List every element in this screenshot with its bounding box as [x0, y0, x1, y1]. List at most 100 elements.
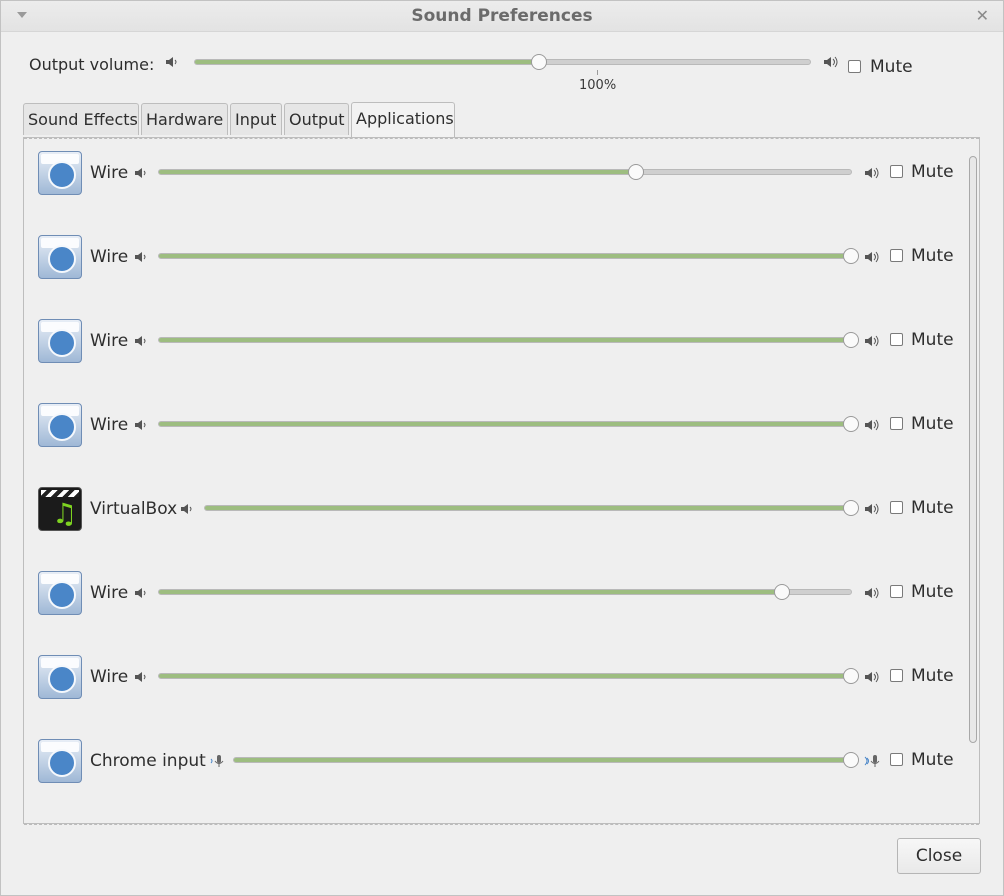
app-mute-checkbox[interactable]	[890, 333, 903, 346]
scrollbar[interactable]	[969, 156, 977, 811]
app-volume-knob[interactable]	[628, 164, 645, 180]
app-mute-label[interactable]: Mute	[911, 414, 954, 434]
speaker-high-icon	[865, 167, 879, 179]
app-mute-checkbox[interactable]	[890, 249, 903, 262]
microphone-high-icon	[864, 755, 880, 767]
app-volume-knob[interactable]	[843, 416, 859, 432]
app-name: Wire	[90, 331, 129, 351]
app-row: ♫ VirtualBox Mute	[24, 475, 964, 559]
chrome-app-icon	[38, 151, 82, 195]
app-volume-slider[interactable]	[158, 164, 852, 180]
title-bar[interactable]: Sound Preferences ✕	[1, 1, 1003, 32]
app-row: Wire Mute	[24, 391, 964, 475]
speaker-high-icon	[865, 503, 879, 515]
tab-sound-effects[interactable]: Sound Effects	[23, 103, 139, 135]
output-volume-knob[interactable]	[531, 54, 548, 70]
app-name: Wire	[90, 415, 129, 435]
tab-applications[interactable]: Applications	[351, 102, 455, 137]
app-name: Wire	[90, 667, 129, 687]
output-volume-label: Output volume:	[29, 55, 155, 74]
speaker-low-icon	[135, 672, 146, 682]
app-volume-fill	[205, 506, 851, 510]
app-mute-checkbox[interactable]	[890, 501, 903, 514]
app-mute-checkbox[interactable]	[890, 585, 903, 598]
media-player-icon: ♫	[38, 487, 82, 531]
app-volume-knob[interactable]	[843, 668, 859, 684]
close-window-icon[interactable]: ✕	[976, 6, 989, 25]
app-volume-fill	[159, 674, 851, 678]
chrome-app-icon	[38, 655, 82, 699]
scrollbar-thumb[interactable]	[969, 156, 977, 743]
microphone-low-icon	[210, 755, 224, 767]
output-volume-fill	[195, 60, 540, 64]
app-mute-label[interactable]: Mute	[911, 666, 954, 686]
speaker-high-icon	[865, 671, 879, 683]
app-row: Chrome input Mute	[24, 727, 964, 811]
app-volume-knob[interactable]	[773, 584, 790, 600]
app-mute-label[interactable]: Mute	[911, 582, 954, 602]
app-row: Wire Mute	[24, 139, 964, 223]
output-volume-slider[interactable]	[194, 54, 811, 70]
app-name: Chrome input	[90, 751, 206, 771]
app-volume-knob[interactable]	[843, 500, 859, 516]
chrome-app-icon	[38, 319, 82, 363]
app-volume-fill	[159, 422, 851, 426]
app-mute-label[interactable]: Mute	[911, 162, 954, 182]
app-name: Wire	[90, 247, 129, 267]
app-row: Wire Mute	[24, 559, 964, 643]
tab-output[interactable]: Output	[284, 103, 349, 135]
speaker-low-icon	[166, 57, 177, 67]
window-title: Sound Preferences	[411, 6, 593, 26]
output-mute-checkbox[interactable]	[848, 60, 861, 73]
app-volume-slider[interactable]	[158, 668, 859, 684]
app-volume-knob[interactable]	[843, 332, 859, 348]
chrome-app-icon	[38, 571, 82, 615]
applications-panel: Wire Mute Wire Mute Wire Mute Wire Mute ♫ Virtual…	[23, 137, 980, 825]
speaker-high-icon	[865, 335, 879, 347]
app-mute-checkbox[interactable]	[890, 417, 903, 430]
app-volume-fill	[159, 170, 637, 174]
app-mute-label[interactable]: Mute	[911, 330, 954, 350]
tab-hardware[interactable]: Hardware	[141, 103, 228, 135]
app-row: Wire Mute	[24, 307, 964, 391]
app-volume-fill	[159, 338, 851, 342]
app-name: Wire	[90, 583, 129, 603]
speaker-high-icon	[865, 587, 879, 599]
sound-preferences-window: Sound Preferences ✕ Output volume: 100% …	[0, 0, 1004, 896]
app-volume-knob[interactable]	[843, 248, 859, 264]
app-volume-slider[interactable]	[158, 248, 859, 264]
speaker-high-icon	[865, 419, 879, 431]
app-mute-checkbox[interactable]	[890, 753, 903, 766]
app-name: Wire	[90, 163, 129, 183]
tab-input[interactable]: Input	[230, 103, 282, 135]
app-volume-slider[interactable]	[233, 752, 859, 768]
app-volume-slider[interactable]	[158, 584, 852, 600]
chrome-app-icon	[38, 235, 82, 279]
speaker-low-icon	[135, 168, 146, 178]
app-row: Wire Mute	[24, 223, 964, 307]
app-volume-slider[interactable]	[158, 332, 859, 348]
speaker-low-icon	[181, 504, 192, 514]
app-mute-checkbox[interactable]	[890, 669, 903, 682]
app-volume-slider[interactable]	[158, 416, 859, 432]
app-volume-fill	[159, 254, 851, 258]
app-volume-knob[interactable]	[843, 752, 859, 768]
speaker-low-icon	[135, 336, 146, 346]
app-volume-slider[interactable]	[204, 500, 859, 516]
speaker-high-icon	[824, 56, 838, 68]
speaker-low-icon	[135, 252, 146, 262]
app-name: VirtualBox	[90, 499, 178, 519]
chrome-app-icon	[38, 739, 82, 783]
app-mute-label[interactable]: Mute	[911, 750, 954, 770]
speaker-high-icon	[865, 251, 879, 263]
chrome-app-icon	[38, 403, 82, 447]
speaker-low-icon	[135, 420, 146, 430]
app-mute-label[interactable]: Mute	[911, 498, 954, 518]
app-mute-label[interactable]: Mute	[911, 246, 954, 266]
volume-100-tick	[597, 70, 598, 75]
output-volume-percent: 100%	[579, 78, 617, 93]
app-mute-checkbox[interactable]	[890, 165, 903, 178]
close-button[interactable]: Close	[897, 838, 981, 874]
output-mute-label[interactable]: Mute	[870, 57, 913, 77]
applications-list: Wire Mute Wire Mute Wire Mute Wire Mute ♫ Virtual…	[24, 138, 979, 825]
